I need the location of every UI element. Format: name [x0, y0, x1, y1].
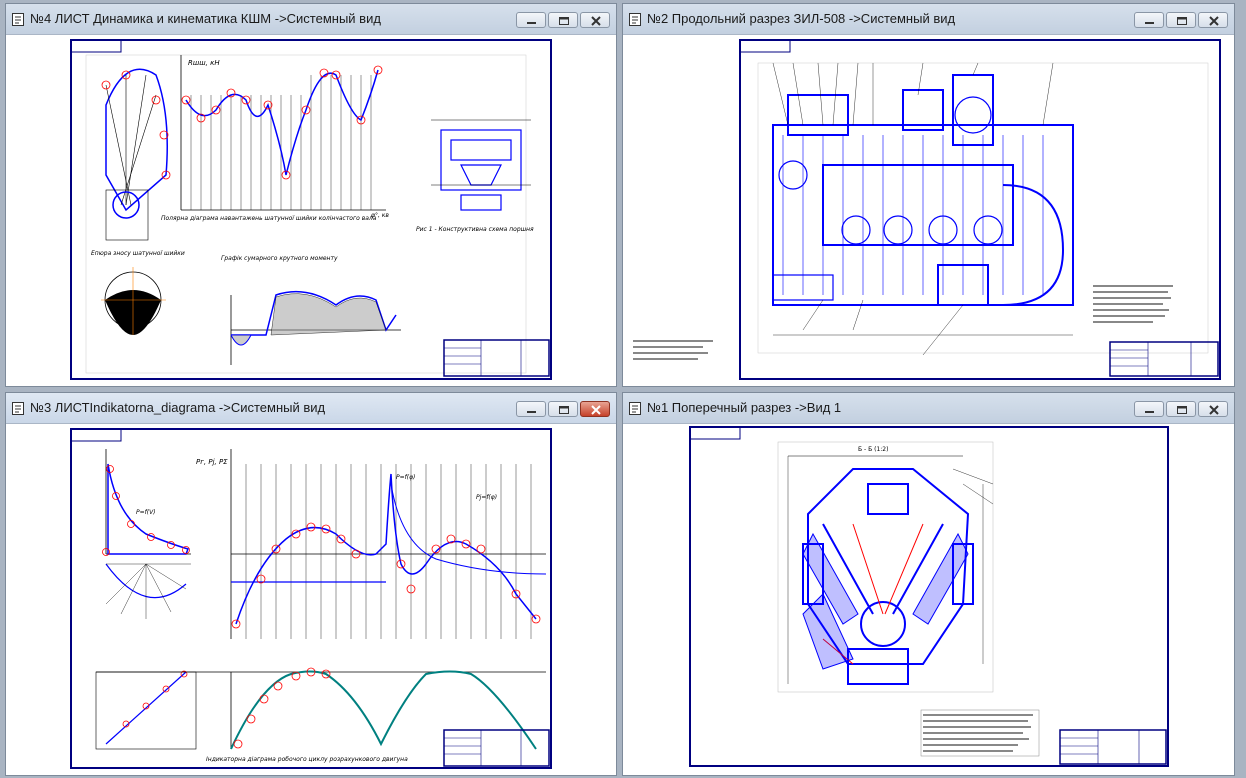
drawing-canvas[interactable]: Б - Б (1:2) — [623, 424, 1234, 775]
drawing-canvas[interactable]: Rшш, кН φ°, кв Полярна діаграма навантаж… — [6, 35, 616, 386]
close-button[interactable] — [1198, 12, 1228, 28]
maximize-icon — [1177, 17, 1187, 25]
window-indicator-diagram[interactable]: №3 ЛИСТIndikatorna_diagrama ->Системный … — [5, 392, 617, 776]
window-titlebar[interactable]: №3 ЛИСТIndikatorna_diagrama ->Системный … — [6, 393, 616, 424]
document-icon — [629, 13, 641, 26]
window-longitudinal-section[interactable]: №2 Продольний разрез ЗИЛ-508 ->Системный… — [622, 3, 1235, 387]
document-icon — [12, 402, 24, 415]
minimize-button[interactable] — [1134, 12, 1164, 28]
maximize-button[interactable] — [548, 401, 578, 417]
caption-piston: Рис 1 - Конструктивна схема поршня — [416, 226, 534, 233]
minimize-button[interactable] — [516, 401, 546, 417]
close-button[interactable] — [580, 12, 610, 28]
maximize-icon — [1177, 406, 1187, 414]
drawing-sheet: P=f(V) Pг, Pj, PΣ P=f(φ) Pj=f(φ) Індикат… — [70, 428, 552, 769]
drawing-sheet — [633, 39, 1221, 380]
window-dynamics-kinematics[interactable]: №4 ЛИСТ Динамика и кинематика КШМ ->Сист… — [5, 3, 617, 387]
maximize-button[interactable] — [548, 12, 578, 28]
close-button[interactable] — [580, 401, 610, 417]
minimize-icon — [527, 22, 536, 24]
drawing-canvas[interactable] — [623, 35, 1234, 386]
maximize-icon — [559, 17, 569, 25]
label-pphi: P=f(φ) — [396, 474, 415, 481]
caption-indicator: Індикаторна діаграма робочого циклу розр… — [206, 756, 408, 763]
close-button[interactable] — [1198, 401, 1228, 417]
minimize-button[interactable] — [1134, 401, 1164, 417]
window-title: №2 Продольний разрез ЗИЛ-508 ->Системный… — [647, 11, 956, 26]
label-pv: P=f(V) — [136, 509, 156, 516]
minimize-icon — [1145, 22, 1154, 24]
window-title: №1 Поперечный разрез ->Вид 1 — [647, 400, 842, 415]
caption-wear: Епюра зносу шатунної шийки — [91, 250, 185, 257]
document-icon — [12, 13, 24, 26]
maximize-button[interactable] — [1166, 401, 1196, 417]
close-icon — [591, 16, 601, 26]
drawing-sheet: Rшш, кН φ°, кв Полярна діаграма навантаж… — [70, 39, 552, 380]
maximize-icon — [559, 406, 569, 414]
close-icon — [591, 405, 601, 415]
caption-polar: Полярна діаграма навантажень шатунної ши… — [161, 215, 377, 222]
axis-y-label: Rшш, кН — [188, 59, 220, 67]
window-titlebar[interactable]: №4 ЛИСТ Динамика и кинематика КШМ ->Сист… — [6, 4, 616, 35]
window-title: №3 ЛИСТIndikatorna_diagrama ->Системный … — [30, 400, 326, 415]
close-icon — [1209, 405, 1219, 415]
label-p: Pг, Pj, PΣ — [196, 458, 228, 466]
label-pj: Pj=f(φ) — [476, 494, 497, 501]
document-icon — [629, 402, 641, 415]
minimize-icon — [1145, 411, 1154, 413]
drawing-canvas[interactable]: P=f(V) Pг, Pj, PΣ P=f(φ) Pj=f(φ) Індикат… — [6, 424, 616, 775]
window-title: №4 ЛИСТ Динамика и кинематика КШМ ->Сист… — [30, 11, 381, 26]
minimize-button[interactable] — [516, 12, 546, 28]
close-icon — [1209, 16, 1219, 26]
window-titlebar[interactable]: №1 Поперечный разрез ->Вид 1 — [623, 393, 1234, 424]
caption-torque: Графік сумарного крутного моменту — [221, 255, 338, 262]
window-cross-section[interactable]: №1 Поперечный разрез ->Вид 1 Б - Б (1:2) — [622, 392, 1235, 776]
minimize-icon — [527, 411, 536, 413]
maximize-button[interactable] — [1166, 12, 1196, 28]
drawing-sheet: Б - Б (1:2) — [689, 426, 1169, 767]
window-titlebar[interactable]: №2 Продольний разрез ЗИЛ-508 ->Системный… — [623, 4, 1234, 35]
section-label: Б - Б (1:2) — [858, 446, 888, 453]
